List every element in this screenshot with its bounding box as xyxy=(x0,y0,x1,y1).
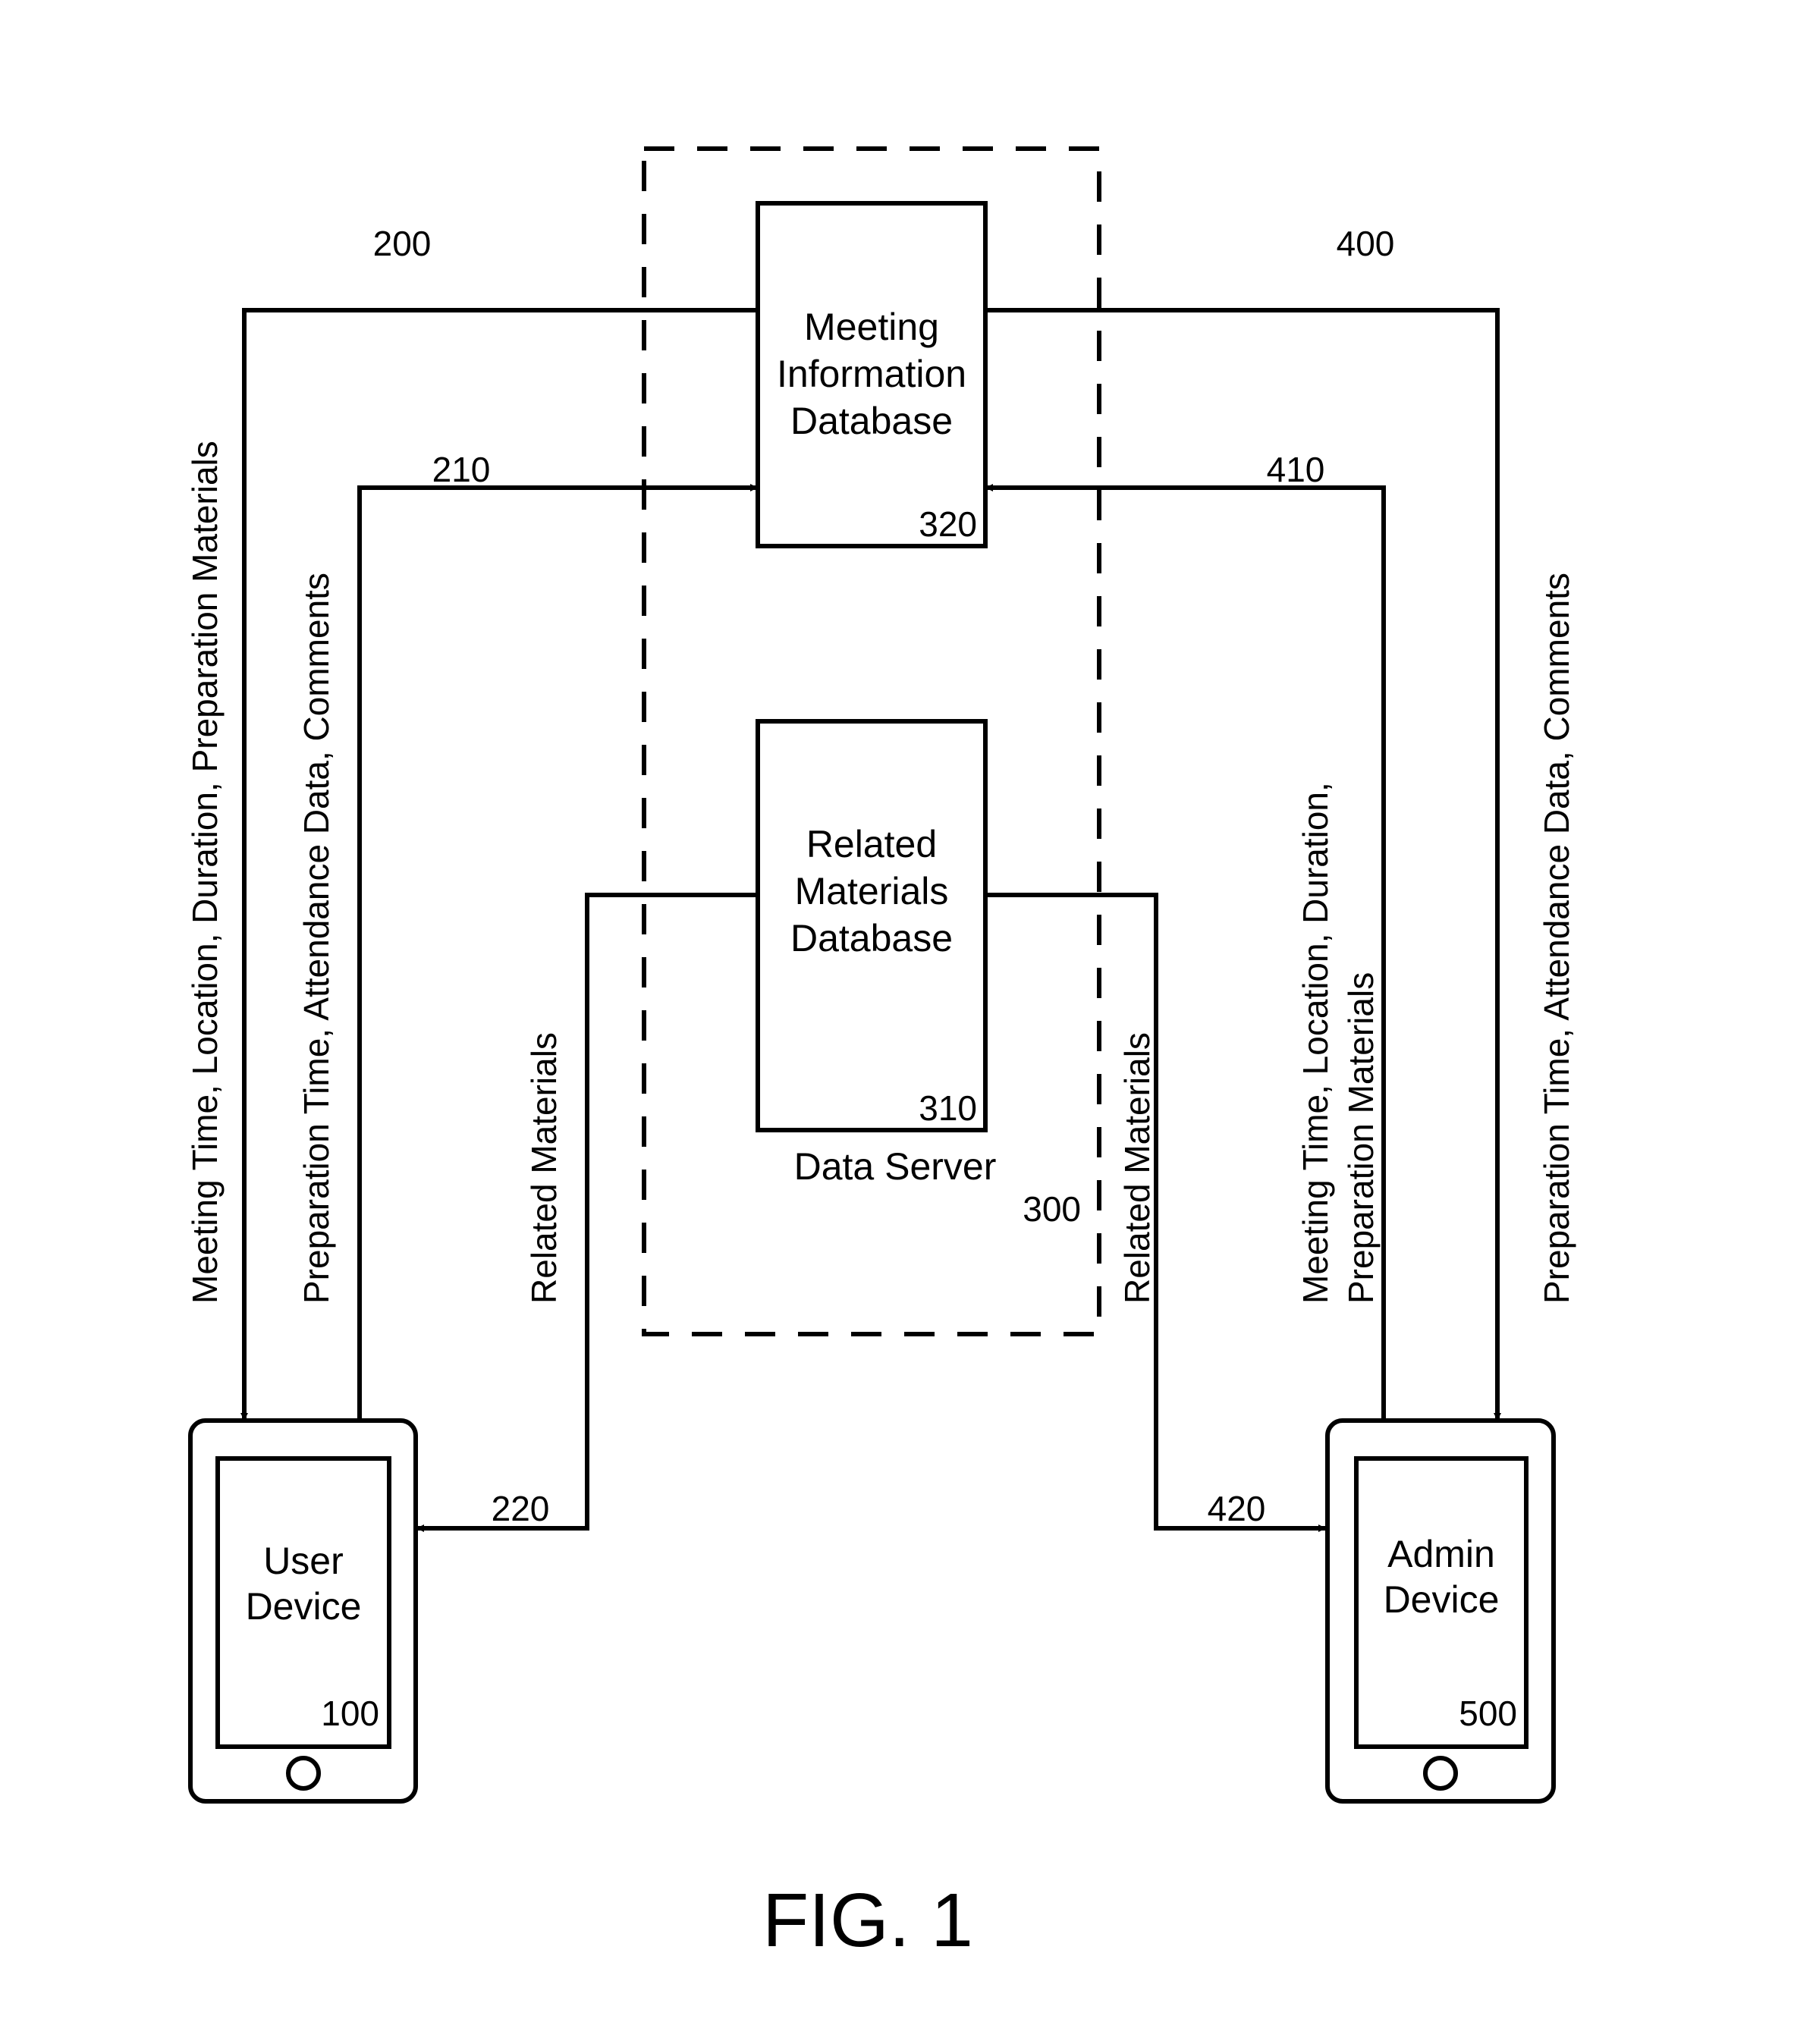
flow-400-ref: 400 xyxy=(1337,224,1395,263)
user-device-home-button-icon xyxy=(286,1756,321,1791)
materials-db-label-line2: Materials xyxy=(795,870,949,912)
flow-420-label: Related Materials xyxy=(1117,1032,1157,1304)
flow-400-arrow xyxy=(985,308,1501,1421)
related-materials-database: Related Materials Database 310 xyxy=(756,719,988,1132)
meeting-information-database: Meeting Information Database 320 xyxy=(756,201,988,548)
system-diagram: Data Server 300 Meeting Information Data… xyxy=(185,146,1576,1963)
flow-410-label-line1: Meeting Time, Location, Duration, xyxy=(1296,782,1335,1304)
flow-200-ref: 200 xyxy=(373,224,432,263)
flow-200-label: Meeting Time, Location, Duration, Prepar… xyxy=(185,441,225,1304)
data-server-label: Data Server xyxy=(794,1145,997,1188)
meeting-db-label-line2: Information xyxy=(777,353,966,395)
materials-db-label-line1: Related xyxy=(806,823,937,865)
flow-400-label: Preparation Time, Attendance Data, Comme… xyxy=(1537,573,1576,1304)
meeting-db-label-line1: Meeting xyxy=(804,306,939,348)
flow-220-arrow xyxy=(416,893,758,1532)
flow-410-label-line2: Preparation Materials xyxy=(1341,972,1381,1304)
flow-410: 410 Meeting Time, Location, Duration, Pr… xyxy=(985,450,1386,1421)
flow-210-ref: 210 xyxy=(432,450,491,489)
user-device-label-line2: Device xyxy=(246,1585,362,1628)
admin-device-label-line1: Admin xyxy=(1387,1533,1495,1575)
meeting-db-ref: 320 xyxy=(919,504,977,544)
flow-200: 200 Meeting Time, Location, Duration, Pr… xyxy=(185,224,758,1421)
materials-db-ref: 310 xyxy=(919,1088,977,1128)
flow-420-ref: 420 xyxy=(1208,1489,1266,1528)
data-server-ref: 300 xyxy=(1023,1189,1081,1229)
admin-device: Admin Device 500 xyxy=(1325,1418,1556,1804)
flow-220: 220 Related Materials xyxy=(416,893,758,1532)
user-device: User Device 100 xyxy=(188,1418,418,1804)
user-device-label-line1: User xyxy=(263,1540,344,1582)
materials-db-label-line3: Database xyxy=(790,917,953,959)
figure-caption: FIG. 1 xyxy=(762,1878,973,1963)
user-device-ref: 100 xyxy=(321,1694,379,1733)
flow-400: 400 Preparation Time, Attendance Data, C… xyxy=(985,224,1576,1421)
flow-220-ref: 220 xyxy=(492,1489,550,1528)
flow-410-ref: 410 xyxy=(1267,450,1325,489)
admin-device-label-line2: Device xyxy=(1384,1578,1500,1621)
admin-device-ref: 500 xyxy=(1459,1694,1517,1733)
admin-device-home-button-icon xyxy=(1423,1756,1458,1791)
meeting-db-label-line3: Database xyxy=(790,400,953,442)
flow-210-label: Preparation Time, Attendance Data, Comme… xyxy=(297,573,336,1304)
flow-220-label: Related Materials xyxy=(524,1032,564,1304)
